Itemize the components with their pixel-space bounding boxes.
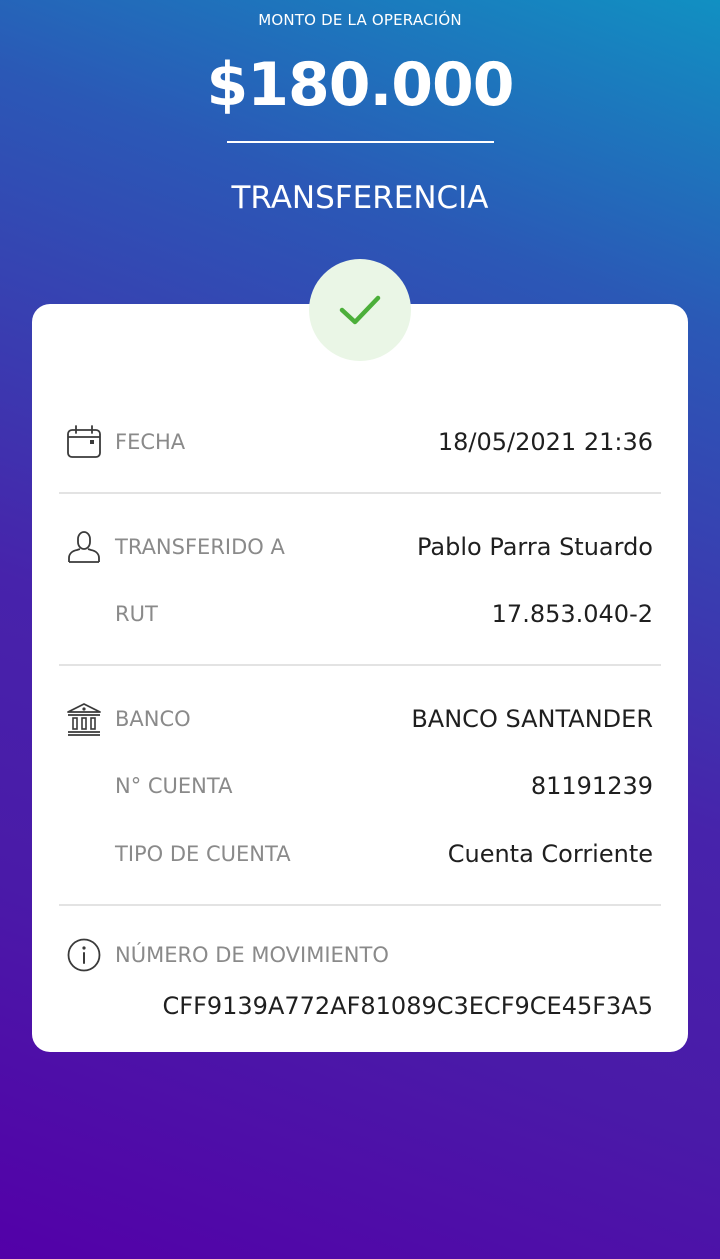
bank-value: BANCO SANTANDER [411,705,653,733]
account-type-row: TIPO DE CUENTA Cuenta Corriente [32,834,688,874]
account-number-label: N° CUENTA [115,774,233,798]
account-number-row: N° CUENTA 81191239 [32,766,688,806]
date-value: 18/05/2021 21:36 [437,428,653,456]
movement-row: NÚMERO DE MOVIMIENTO [32,935,688,975]
movement-value: CFF9139A772AF81089C3ECF9CE45F3A5 [162,992,654,1020]
success-badge [309,259,411,361]
user-icon [68,531,100,563]
divider [59,664,661,666]
bank-row: BANCO BANCO SANTANDER [32,699,688,739]
rut-value: 17.853.040-2 [491,600,653,628]
movement-label: NÚMERO DE MOVIMIENTO [115,943,389,967]
recipient-row: TRANSFERIDO A Pablo Parra Stuardo [32,527,688,567]
divider [59,492,661,494]
recipient-value: Pablo Parra Stuardo [417,533,653,561]
amount-underline [227,141,494,143]
recipient-label: TRANSFERIDO A [115,535,285,559]
amount-value: $180.000 [206,50,514,120]
amount-caption: MONTO DE LA OPERACIÓN [258,11,462,29]
account-number-value: 81191239 [530,772,653,800]
rut-label: RUT [115,602,158,626]
bank-label: BANCO [115,707,191,731]
info-icon [67,938,101,972]
bank-icon [67,703,101,736]
divider [59,904,661,906]
rut-row: RUT 17.853.040-2 [32,594,688,634]
date-row: FECHA 18/05/2021 21:36 [32,422,688,462]
operation-type: TRANSFERENCIA [231,180,489,216]
calendar-icon [67,425,101,458]
checkmark-icon [339,295,381,325]
account-type-value: Cuenta Corriente [447,840,653,868]
account-type-label: TIPO DE CUENTA [115,842,291,866]
date-label: FECHA [115,430,186,454]
